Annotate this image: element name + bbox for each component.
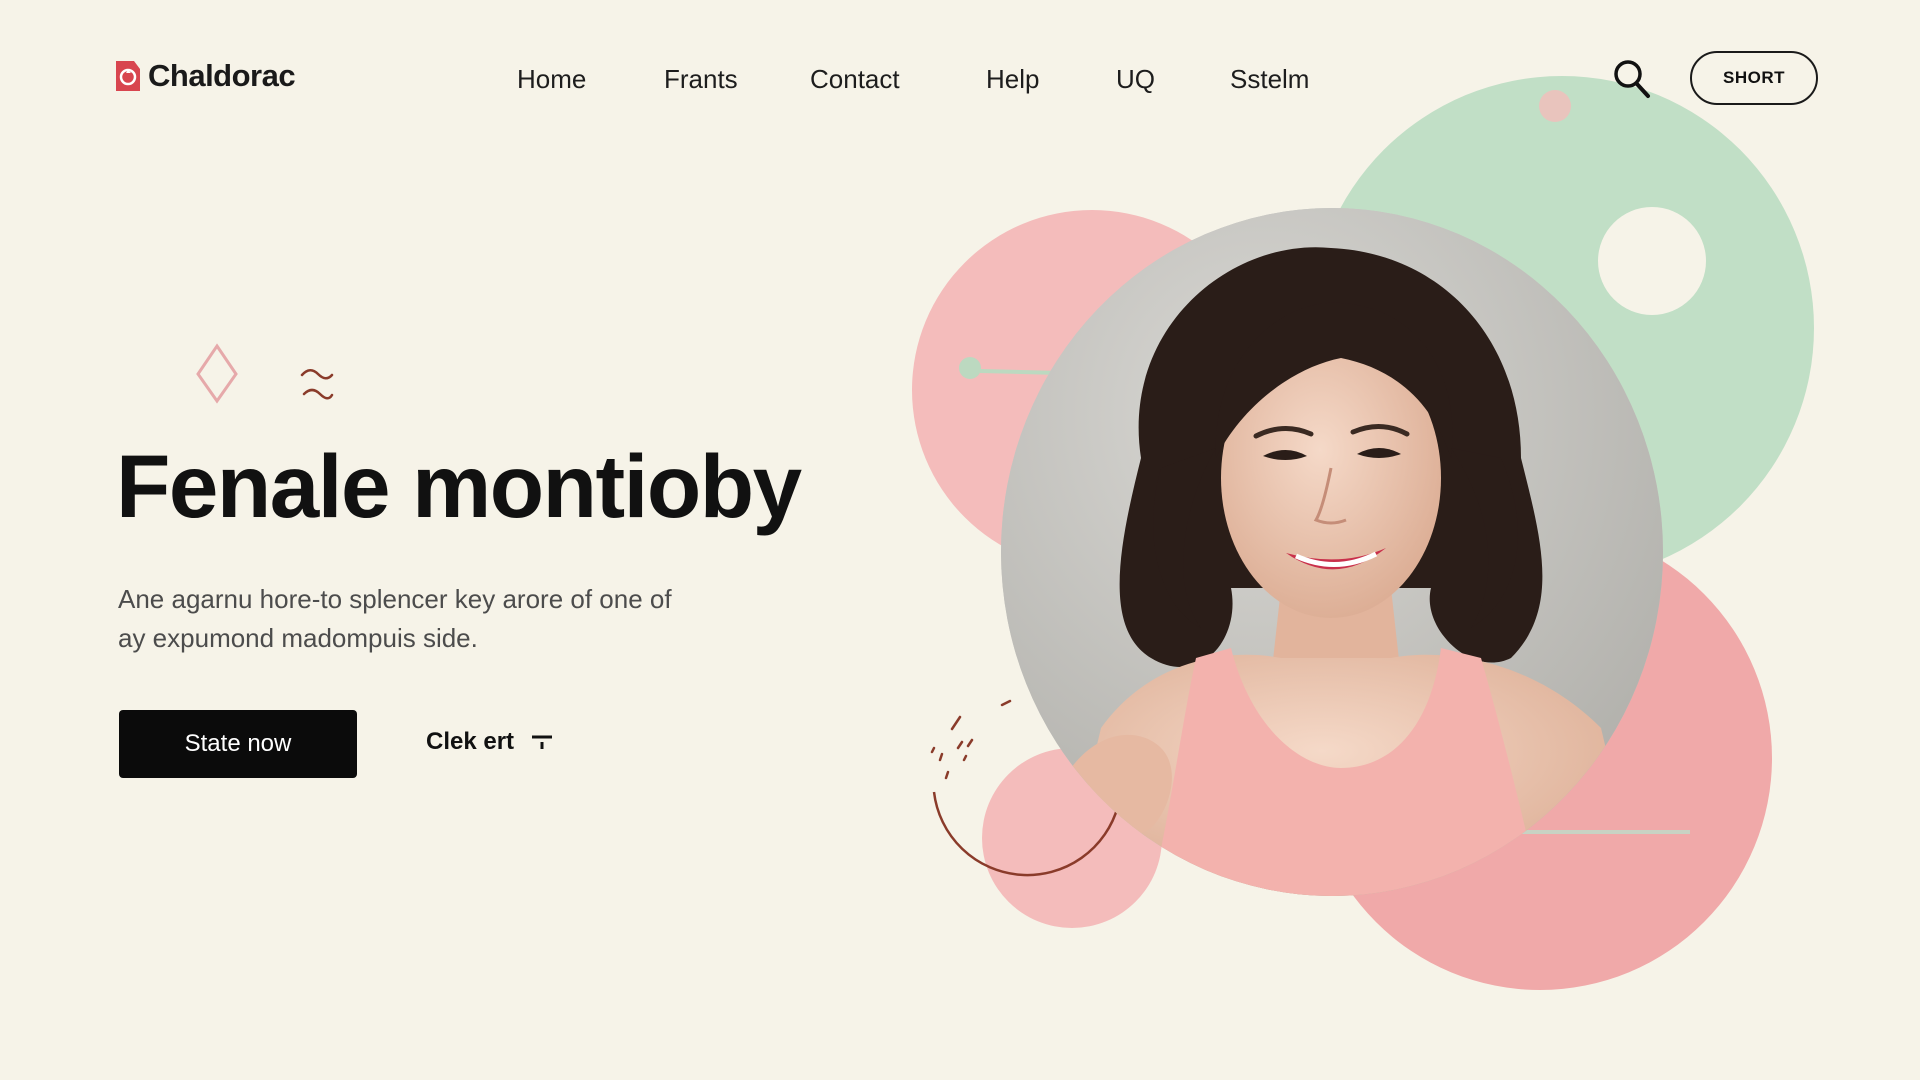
nav-uq[interactable]: UQ: [1116, 64, 1155, 95]
filter-icon: [532, 735, 553, 749]
small-pink-dot: [1539, 90, 1571, 122]
search-icon: [1614, 60, 1650, 98]
hero-subtitle-line-2: ay expumond madompuis side.: [118, 623, 478, 653]
short-button[interactable]: SHORT: [1690, 51, 1818, 105]
state-now-button[interactable]: State now: [119, 710, 357, 778]
dash-marks: [930, 699, 1012, 780]
hero-title: Fenale montioby: [116, 436, 802, 536]
clek-ert-link[interactable]: Clek ert: [426, 728, 554, 756]
clek-ert-label: Clek ert: [426, 728, 515, 755]
squiggle-shape: [300, 369, 334, 400]
diamond-shape: [196, 343, 238, 404]
mint-dot: [959, 357, 981, 379]
portrait-photo: [1001, 208, 1663, 896]
brand-logo[interactable]: Chaldorac: [112, 58, 296, 94]
brand-name: Chaldorac: [148, 58, 296, 93]
nav-contact[interactable]: Contact: [810, 64, 900, 95]
brown-arc: [932, 791, 1120, 877]
search-button[interactable]: [1612, 58, 1652, 100]
hero-subtitle: Ane agarnu hore-to splencer key arore of…: [118, 580, 758, 658]
nav-sstelm[interactable]: Sstelm: [1230, 64, 1309, 95]
recycle-badge-icon: [116, 61, 140, 91]
white-circle: [1598, 207, 1706, 315]
nav-home[interactable]: Home: [517, 64, 586, 95]
nav-frants[interactable]: Frants: [664, 64, 738, 95]
hero-subtitle-line-1: Ane agarnu hore-to splencer key arore of…: [118, 584, 672, 614]
nav-help[interactable]: Help: [986, 64, 1039, 95]
